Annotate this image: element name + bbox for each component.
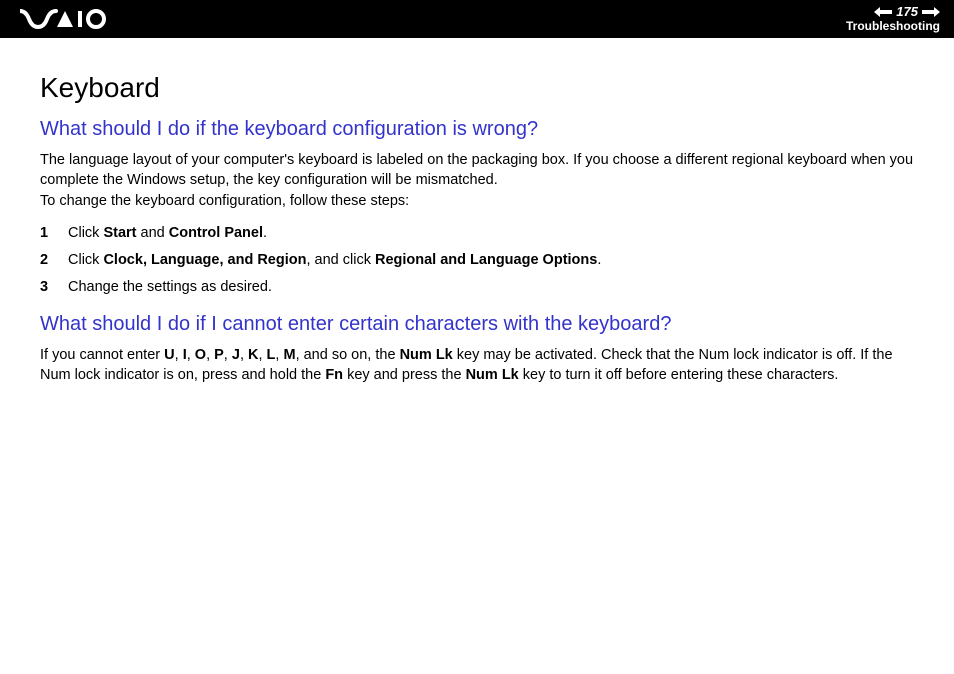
key-name: P (214, 347, 224, 363)
section-label: Troubleshooting (846, 20, 940, 33)
arrow-right-icon[interactable] (922, 7, 940, 17)
text-run: , (187, 347, 195, 363)
bold-text: Start (103, 225, 136, 241)
step-text: and (137, 225, 169, 241)
text-run: , and so on, the (296, 347, 400, 363)
step-item: Click Start and Control Panel. (40, 222, 914, 245)
step-text: Click (68, 225, 103, 241)
step-item: Click Clock, Language, and Region, and c… (40, 249, 914, 272)
text-run: , (175, 347, 183, 363)
step-text: , and click (306, 252, 375, 268)
page-content: Keyboard What should I do if the keyboar… (0, 38, 954, 407)
header-right: 175 Troubleshooting (846, 5, 940, 32)
key-name: Num Lk (466, 367, 519, 383)
key-name: J (232, 347, 240, 363)
page-number: 175 (896, 5, 918, 19)
bold-text: Regional and Language Options (375, 252, 597, 268)
text-run: , (240, 347, 248, 363)
step-item: Change the settings as desired. (40, 276, 914, 299)
text-run: key and press the (343, 367, 466, 383)
text-run: , (258, 347, 266, 363)
key-name: Fn (325, 367, 343, 383)
question-heading-2: What should I do if I cannot enter certa… (40, 313, 914, 336)
text-run: If you cannot enter (40, 347, 164, 363)
step-text: . (597, 252, 601, 268)
key-name: Num Lk (400, 347, 453, 363)
text-run: key to turn it off before entering these… (519, 367, 839, 383)
text-run: , (206, 347, 214, 363)
key-name: U (164, 347, 174, 363)
key-name: K (248, 347, 258, 363)
paragraph: If you cannot enter U, I, O, P, J, K, L,… (40, 346, 914, 385)
page-title: Keyboard (40, 72, 914, 104)
bold-text: Clock, Language, and Region (103, 252, 306, 268)
question-heading-1: What should I do if the keyboard configu… (40, 118, 914, 141)
text-run: , (224, 347, 232, 363)
key-name: O (195, 347, 206, 363)
arrow-left-icon[interactable] (874, 7, 892, 17)
vaio-logo-icon (20, 8, 110, 30)
step-text: Click (68, 252, 103, 268)
bold-text: Control Panel (169, 225, 263, 241)
page-nav: 175 (874, 5, 940, 19)
steps-list: Click Start and Control Panel. Click Clo… (40, 222, 914, 300)
step-text: Change the settings as desired. (68, 279, 272, 295)
paragraph: The language layout of your computer's k… (40, 151, 914, 190)
header-bar: 175 Troubleshooting (0, 0, 954, 38)
key-name: M (283, 347, 295, 363)
paragraph: To change the keyboard configuration, fo… (40, 192, 914, 212)
step-text: . (263, 225, 267, 241)
